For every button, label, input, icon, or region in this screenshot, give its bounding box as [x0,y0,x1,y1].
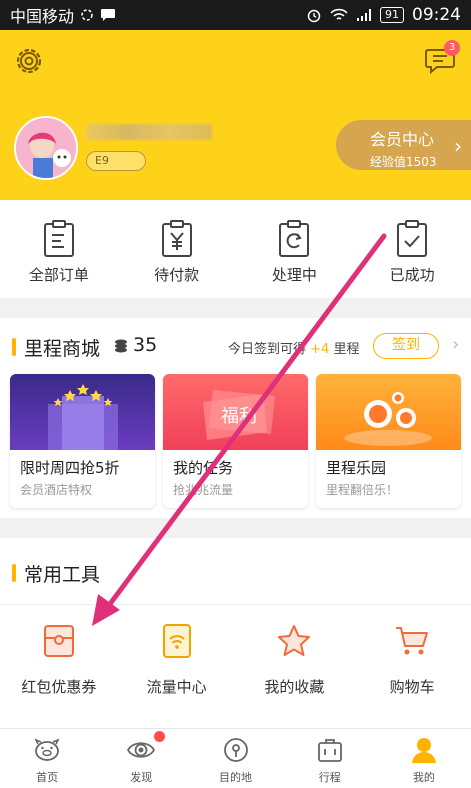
tool-favorites[interactable]: 我的收藏 [236,622,354,697]
profile-icon [411,738,436,763]
tasks-banner-text: 福利 [221,406,257,427]
chevron-right-icon[interactable]: › [452,334,459,355]
card-subtitle: 抢兆兆流量 [173,483,234,497]
mall-card-mileage-park[interactable]: 里程乐园 里程翻倍乐！ [316,374,461,508]
wifi-icon [330,8,348,20]
checkin-bonus: +4 [310,342,330,357]
card-subtitle: 会员酒店特权 [20,483,93,497]
nav-itinerary[interactable]: 行程 [283,729,377,788]
carrier-name: 中国移动 [10,7,75,26]
nav-destination-label: 目的地 [219,771,252,784]
tasks-banner: 福利 [163,374,308,450]
section-accent-bar [12,564,16,582]
order-pending-label: 待付款 [154,266,200,284]
hotel-deal-banner [10,374,155,450]
orders-row: 全部订单 待付款 处理中 已成功 [0,200,471,298]
card-title: 我的任务 [173,459,234,477]
tool-cart[interactable]: 购物车 [353,622,471,697]
mileage-park-banner [316,374,461,450]
status-bar: 中国移动 91 09:24 [0,0,471,30]
checkin-button[interactable]: 签到 [373,333,439,359]
tool-data-center-label: 流量中心 [146,678,207,696]
mall-card-my-tasks[interactable]: 福利 我的任务 抢兆兆流量 [163,374,308,508]
order-processing[interactable]: 处理中 [236,200,354,298]
signal-icon [357,9,371,21]
mileage-mall-section: 里程商城 35 今日签到可得 +4 里程 签到 › 限时周四抢5折 会员酒店特权… [0,318,471,518]
gear-icon [16,48,42,74]
discover-eye-icon [127,742,156,758]
coupon-icon [43,625,74,657]
nav-destination[interactable]: 目的地 [188,729,282,788]
tool-cart-label: 购物车 [389,678,435,696]
coin-stack-icon [115,339,127,353]
section-accent-bar [12,338,16,356]
nav-discover[interactable]: 发现 [94,729,188,788]
vip-center-button[interactable]: 会员中心 经验值1503 › [336,120,471,170]
nav-profile-label: 我的 [412,771,435,784]
message-count-badge: 3 [444,40,460,56]
order-processing-label: 处理中 [271,266,317,284]
sync-icon [81,9,93,21]
tools-title: 常用工具 [24,564,101,586]
nav-discover-label: 发现 [130,771,153,784]
check-icon [397,220,428,257]
nav-itinerary-label: 行程 [318,771,341,784]
avatar[interactable] [14,116,78,180]
order-completed-label: 已成功 [389,266,435,284]
common-tools-section: 常用工具 红包优惠券 流量中心 我的收藏 购物车 [0,538,471,728]
tool-data-center[interactable]: 流量中心 [118,622,236,697]
hotel-building-icon [48,384,118,450]
card-title: 限时周四抢5折 [20,459,120,477]
order-all[interactable]: 全部订单 [0,200,118,298]
checkin-unit: 里程 [333,342,360,357]
clock: 09:24 [412,5,461,25]
tools-row: 红包优惠券 流量中心 我的收藏 购物车 [0,622,471,697]
notification-dot [154,731,166,742]
profile-header: 3 E9 会员中心 经验值1503 › [0,30,471,200]
member-level-badge: E9 [86,151,146,171]
location-pin-icon [223,738,248,762]
star-icon [278,625,311,656]
yuan-icon [161,220,192,257]
card-subtitle: 里程翻倍乐！ [326,483,399,497]
tool-favorites-label: 我的收藏 [264,678,325,696]
nav-home-label: 首页 [36,771,59,784]
bottom-nav: 首页 发现 目的地 行程 我的 [0,728,471,788]
list-icon [43,220,74,257]
mileage-points: 35 [133,334,158,356]
avatar-image [16,118,76,178]
mall-card-hotel-deal[interactable]: 限时周四抢5折 会员酒店特权 [10,374,155,508]
divider [0,604,471,605]
mall-title: 里程商城 [24,338,101,360]
order-all-label: 全部订单 [28,266,89,284]
checkin-hint-text: 今日签到可得 [228,342,307,357]
battery-level: 91 [380,7,404,23]
gift-ticket-icon: 福利 [203,390,275,440]
order-completed[interactable]: 已成功 [353,200,471,298]
tool-coupons[interactable]: 红包优惠券 [0,622,118,697]
messages-button[interactable]: 3 [424,40,460,78]
nav-profile[interactable]: 我的 [377,729,471,788]
card-title: 里程乐园 [326,459,387,477]
checkin-hint: 今日签到可得 +4 里程 [228,338,359,357]
alarm-icon [307,9,321,23]
lottery-balls-icon [344,392,432,446]
data-traffic-icon [162,624,191,658]
nav-home[interactable]: 首页 [0,729,94,788]
order-pending-payment[interactable]: 待付款 [118,200,236,298]
settings-button[interactable] [12,44,46,78]
home-pig-icon [34,738,60,761]
chevron-right-icon: › [454,134,462,158]
mall-cards: 限时周四抢5折 会员酒店特权 福利 我的任务 抢兆兆流量 里程乐园 里程翻倍乐！ [10,374,471,508]
chat-bubble-icon [101,9,116,21]
cart-icon [396,627,429,655]
tool-coupons-label: 红包优惠券 [21,678,97,696]
refresh-icon [279,220,310,257]
username-redacted [86,124,212,140]
suitcase-icon [317,739,342,762]
